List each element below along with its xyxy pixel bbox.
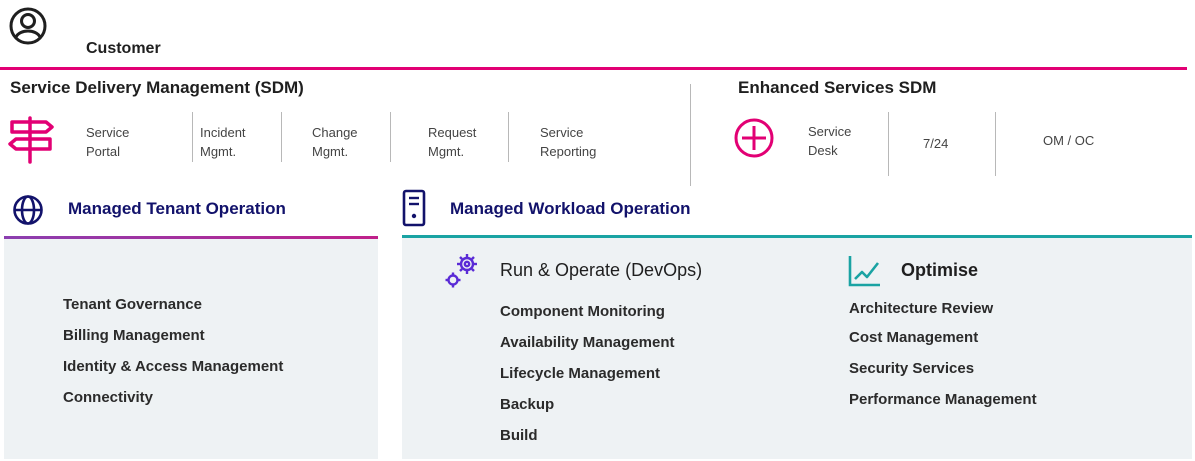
sdm-item-service-portal: Service Portal bbox=[86, 123, 129, 161]
plus-circle-icon bbox=[733, 117, 775, 159]
section-divider bbox=[690, 84, 691, 186]
enhanced-divider bbox=[995, 112, 996, 176]
globe-icon bbox=[12, 194, 44, 226]
enhanced-item-om-oc: OM / OC bbox=[1043, 133, 1095, 148]
sdm-item-line1: Request bbox=[428, 125, 477, 140]
run-title: Run & Operate (DevOps) bbox=[500, 260, 703, 280]
gears-icon bbox=[442, 251, 482, 291]
sdm-item-reporting: Service Reporting bbox=[540, 123, 596, 161]
sdm-item-line1: Service bbox=[86, 125, 130, 140]
enhanced-title: Enhanced Services SDM bbox=[738, 78, 937, 97]
server-icon bbox=[401, 189, 431, 229]
sdm-item-line2: Mgmt. bbox=[200, 144, 237, 159]
tenant-item: Billing Management bbox=[63, 327, 205, 344]
run-item: Lifecycle Management bbox=[500, 365, 661, 382]
optimise-item: Cost Management bbox=[849, 329, 979, 346]
customer-divider bbox=[0, 67, 1187, 70]
enhanced-item-hours: 7/24 bbox=[923, 136, 949, 151]
enhanced-item-line2: Desk bbox=[808, 143, 838, 158]
signpost-icon bbox=[6, 112, 58, 164]
sdm-item-line2: Mgmt. bbox=[312, 144, 349, 159]
sdm-divider bbox=[508, 112, 509, 162]
sdm-item-line1: Change bbox=[312, 125, 358, 140]
sdm-item-line1: Incident bbox=[200, 125, 246, 140]
workload-title: Managed Workload Operation bbox=[450, 199, 691, 218]
tenant-panel bbox=[4, 239, 378, 459]
optimise-item: Architecture Review bbox=[849, 300, 994, 317]
sdm-divider bbox=[281, 112, 282, 162]
run-item: Backup bbox=[500, 396, 555, 413]
tenant-item: Identity & Access Management bbox=[63, 358, 284, 375]
enhanced-item-line1: Service bbox=[808, 124, 852, 139]
sdm-title: Service Delivery Management (SDM) bbox=[10, 78, 304, 97]
tenant-item: Connectivity bbox=[63, 389, 154, 406]
sdm-divider bbox=[390, 112, 391, 162]
trend-chart-icon bbox=[847, 253, 883, 289]
optimise-item: Performance Management bbox=[849, 391, 1037, 408]
run-item: Availability Management bbox=[500, 334, 675, 351]
sdm-divider bbox=[192, 112, 193, 162]
sdm-item-line2: Mgmt. bbox=[428, 144, 465, 159]
sdm-item-incident: Incident Mgmt. bbox=[200, 123, 246, 161]
sdm-item-line2: Portal bbox=[86, 144, 120, 159]
sdm-item-line1: Service bbox=[540, 125, 584, 140]
optimise-item: Security Services bbox=[849, 360, 975, 377]
enhanced-divider bbox=[888, 112, 889, 176]
customer-label: Customer bbox=[86, 40, 161, 57]
user-circle-icon bbox=[8, 6, 48, 46]
sdm-item-request: Request Mgmt. bbox=[428, 123, 476, 161]
tenant-item: Tenant Governance bbox=[63, 296, 202, 313]
run-item: Component Monitoring bbox=[500, 303, 665, 320]
optimise-title: Optimise bbox=[901, 260, 979, 280]
run-item: Build bbox=[500, 427, 538, 444]
enhanced-item-service-desk: Service Desk bbox=[808, 122, 851, 160]
sdm-item-line2: Reporting bbox=[540, 144, 597, 159]
tenant-title: Managed Tenant Operation bbox=[68, 199, 286, 218]
sdm-item-change: Change Mgmt. bbox=[312, 123, 358, 161]
